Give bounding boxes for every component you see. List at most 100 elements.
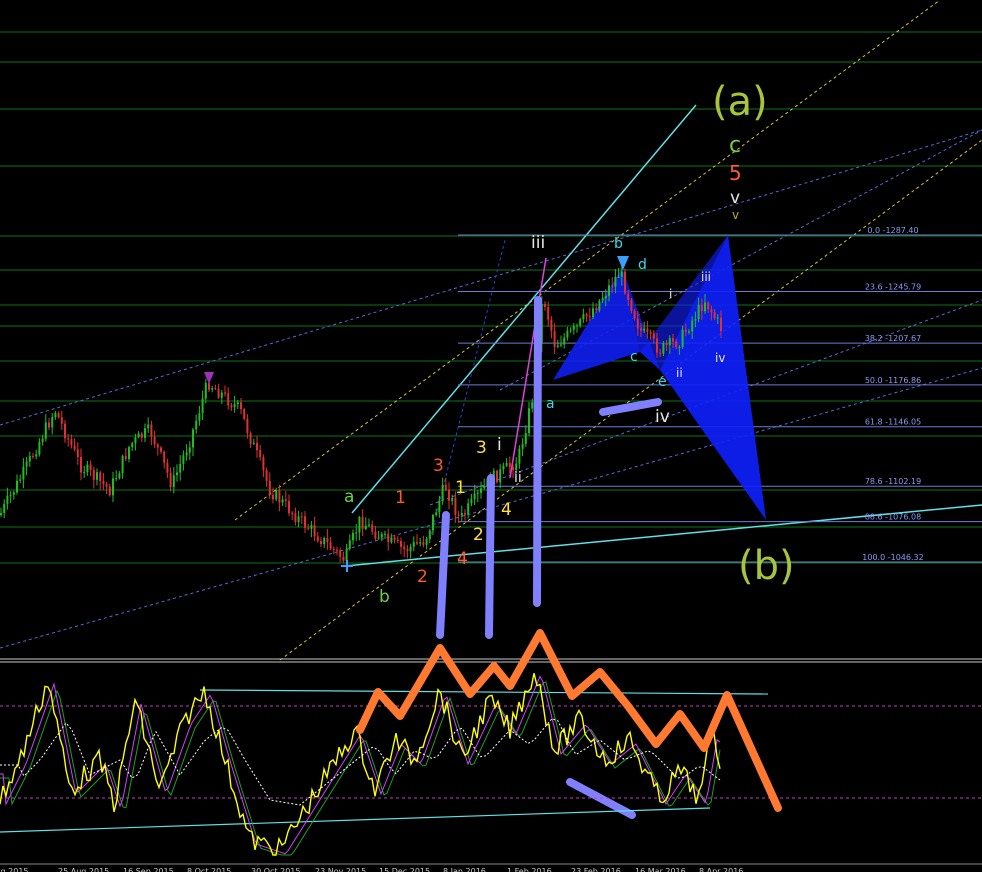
candle-body [396, 539, 399, 541]
candle-body [233, 404, 236, 408]
candle-body [627, 293, 630, 300]
candle-body [422, 542, 425, 545]
candle-body [675, 341, 678, 348]
candle-body [678, 346, 681, 348]
candle-body [633, 310, 636, 319]
candle-body [89, 464, 92, 470]
candle-body [377, 537, 380, 539]
candle-body [560, 344, 562, 346]
candle-body [64, 423, 66, 439]
candle-body [281, 499, 284, 503]
candle-body [601, 298, 604, 301]
candle-body [412, 542, 415, 547]
candle-body [144, 428, 146, 438]
candle-body [137, 433, 140, 438]
candle-body [400, 540, 402, 547]
candle-body [67, 438, 70, 440]
candle-body [550, 319, 553, 331]
candle-body [70, 438, 73, 446]
wave-label-c-cyan: c [630, 349, 638, 365]
wave-label-b-cyan: b [614, 236, 623, 252]
fib-label-4: 61.8 -1146.05 [865, 418, 921, 427]
candle-body [156, 444, 159, 448]
candle-body [195, 420, 198, 430]
wave-label-1-red: 1 [395, 488, 406, 508]
candle-body [368, 524, 370, 526]
candle-body [6, 495, 9, 504]
candle-body [457, 514, 460, 516]
candle-body [563, 337, 566, 345]
candle-body [304, 516, 306, 528]
wave-label-iv-white: iv [655, 407, 670, 427]
candle-body [224, 392, 226, 394]
candle-body [528, 408, 530, 434]
wave-label-2-red: 2 [417, 567, 428, 587]
wave-label-i-white: i [497, 435, 502, 455]
candle-body [172, 475, 175, 488]
candle-body [480, 488, 482, 493]
candle-body [384, 533, 386, 535]
wave-label-ii-sub: ii [676, 366, 683, 380]
candle-body [339, 550, 342, 557]
candle-body [608, 285, 610, 296]
candle-body [51, 417, 54, 428]
candle-body [700, 304, 703, 312]
candle-body [92, 469, 95, 480]
candle-body [425, 538, 428, 545]
wave-label-c-green: c [729, 133, 741, 158]
candle-body [227, 393, 230, 406]
candle-body [649, 332, 652, 334]
candle-body [275, 490, 278, 500]
candle-body [556, 345, 559, 347]
candle-body [470, 499, 473, 504]
candle-body [595, 308, 598, 311]
wave-label-a-cyan: a [546, 396, 555, 412]
fib-label-1: 23.6 -1245.79 [865, 282, 921, 291]
candle-body [604, 295, 607, 299]
lavender-bar-2 [485, 474, 495, 639]
date-label-3: 8 Oct 2015 [187, 867, 231, 872]
candle-body [124, 455, 127, 460]
candle-body [332, 548, 335, 550]
wave-label-i-sub: i [669, 287, 672, 301]
candle-body [454, 498, 457, 515]
candle-body [713, 312, 716, 318]
candle-body [544, 303, 546, 307]
candle-body [99, 472, 102, 482]
candle-body [688, 331, 690, 333]
candle-body [140, 433, 143, 438]
wave-label-ii-white: ii [514, 470, 522, 486]
candle-body [217, 388, 220, 398]
candle-body [19, 479, 22, 481]
candle-body [441, 484, 444, 501]
candle-body [345, 548, 348, 561]
candle-body [393, 537, 396, 540]
candle-body [710, 309, 713, 313]
candle-body [566, 330, 569, 338]
candle-body [96, 472, 98, 480]
date-label-9: 23 Feb 2016 [571, 867, 621, 872]
candle-body [284, 499, 287, 502]
wave-label-3-yellow: 3 [476, 438, 487, 458]
candle-body [720, 317, 722, 332]
candle-body [681, 329, 684, 347]
wave-label-4-yellow: 4 [501, 500, 512, 520]
candle-body [428, 530, 431, 539]
candle-body [582, 314, 585, 320]
candle-body [115, 478, 118, 480]
candle-body [201, 398, 204, 414]
candle-body [25, 461, 28, 467]
wave-label-paren-a: (a) [712, 79, 768, 125]
candle-body [185, 452, 188, 456]
candle-body [617, 276, 620, 278]
wave-label-e-cyan: e [658, 374, 667, 390]
candle-body [665, 343, 668, 346]
candle-body [265, 470, 268, 481]
fib-label-6: 88.6 -1076.08 [865, 513, 921, 522]
candle-body [262, 457, 265, 471]
date-label-4: 30 Oct 2015 [251, 867, 300, 872]
wave-label-4-red: 4 [457, 549, 468, 569]
candle-body [620, 271, 623, 277]
candle-body [179, 463, 182, 473]
wave-label-paren-b: (b) [738, 543, 795, 589]
